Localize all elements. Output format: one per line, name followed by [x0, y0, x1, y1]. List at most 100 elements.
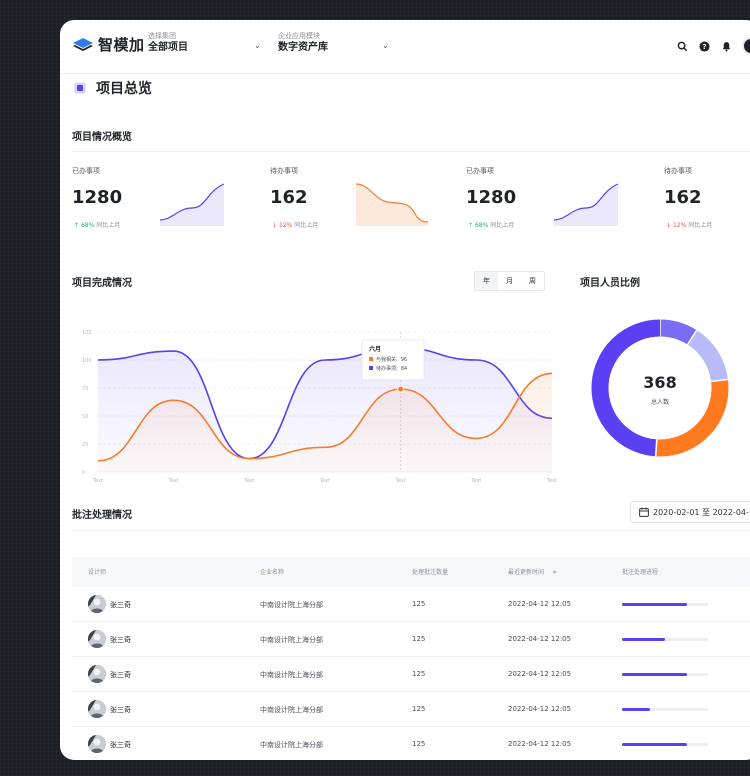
stat-trend: ↓ 12% 同比上月 — [666, 220, 712, 229]
table-row[interactable]: 张三奇 中南设计院上海分部 125 2022-04-12 12:05 — [72, 657, 750, 692]
annotations-title: 批注处理情况 — [72, 510, 132, 521]
company-name: 中南设计院上海分部 — [260, 636, 323, 644]
progress-bar — [622, 603, 708, 606]
stat-suffix: 同比上月 — [294, 222, 319, 229]
ratio-total-label: 总人数 — [651, 398, 669, 406]
designer-name: 张三奇 — [110, 671, 131, 679]
stat-suffix: 同比上月 — [490, 222, 515, 229]
progress-bar — [622, 638, 708, 641]
org-selector[interactable]: 选择集团 全部项目 ⌄ — [148, 32, 261, 55]
table-row[interactable]: 张三奇 中南设计院上海分部 125 2022-04-12 12:05 — [72, 692, 750, 727]
table-row[interactable]: 张三奇 中南设计院上海分部 125 2022-04-12 12:05 — [72, 622, 750, 657]
designer-name: 张三奇 — [110, 636, 131, 644]
app-logo[interactable]: 智模加 — [72, 34, 145, 55]
sort-icon[interactable]: ≑ — [552, 569, 557, 576]
donut-slice[interactable] — [659, 319, 697, 345]
completion-chart: 0 25 50 75 100 125 Text Text Text Text Text Text Tex… — [72, 302, 562, 496]
svg-text:?: ? — [702, 41, 706, 50]
bell-icon[interactable] — [720, 40, 732, 52]
help-icon[interactable]: ? — [698, 40, 710, 52]
chevron-down-icon: ⌄ — [382, 41, 389, 50]
top-bar: 智模加 选择集团 全部项目 ⌄ 企业应用模块 数字资产库 ⌄ ? — [60, 20, 750, 74]
org-selector-caption: 选择集团 — [148, 32, 176, 40]
y-tick-label: 125 — [82, 330, 92, 336]
y-tick-label: 0 — [82, 470, 85, 476]
table-header: 设计师 企业名称 处理批注数量 最近更新时间 ≑ 批注处理进程 — [72, 557, 750, 587]
stat-trend: ↑ 68% 同比上月 — [74, 220, 120, 229]
stat-trend: ↑ 68% 同比上月 — [468, 220, 514, 229]
legend-swatch — [369, 366, 373, 370]
stat-pct: 68% — [474, 222, 489, 229]
tab-month[interactable]: 月 — [498, 272, 521, 290]
period-tabs: 年 月 周 — [474, 271, 545, 291]
stat-label: 已办事项 — [72, 167, 100, 175]
chevron-down-icon: ⌄ — [254, 41, 261, 50]
company-name: 中南设计院上海分部 — [260, 741, 323, 749]
hover-point[interactable] — [397, 385, 405, 393]
module-selector-value: 数字资产库 — [278, 42, 328, 53]
tab-week[interactable]: 周 — [521, 272, 544, 290]
header-actions: ? — [676, 37, 750, 55]
designer-name: 张三奇 — [110, 601, 131, 609]
stat-label: 待办事项 — [270, 167, 298, 175]
tooltip-item: 待办事项: 84 — [376, 365, 407, 372]
stat-value: 162 — [664, 187, 702, 208]
module-selector-caption: 企业应用模块 — [278, 32, 320, 40]
col-updated[interactable]: 最近更新时间 ≑ — [508, 567, 557, 576]
search-icon[interactable] — [676, 40, 688, 52]
trend-down-icon: ↓ — [272, 222, 278, 229]
stat-value: 1280 — [466, 187, 517, 208]
stat-card[interactable]: 待办事项 162 ↓ 12% 同比上月 — [664, 166, 750, 256]
table-row[interactable]: 张三奇 中南设计院上海分部 125 2022-04-12 12:05 — [72, 587, 750, 622]
updated-time: 2022-04-12 12:05 — [508, 705, 572, 713]
avatar — [88, 700, 106, 718]
col-count[interactable]: 处理批注数量 — [412, 567, 448, 576]
donut-slice[interactable] — [687, 330, 728, 382]
tooltip-item: 与我相关: 96 — [376, 356, 407, 363]
progress-fill — [622, 673, 687, 676]
progress-fill — [622, 603, 687, 606]
x-tick-label: Text — [319, 478, 330, 484]
tooltip-title: 六月 — [369, 345, 381, 353]
ratio-total: 368 — [643, 373, 676, 392]
designer-name: 张三奇 — [110, 741, 131, 749]
x-tick-label: Text — [243, 478, 254, 484]
overview-icon — [74, 82, 86, 94]
stat-suffix: 同比上月 — [688, 222, 713, 229]
date-range-picker[interactable]: 2020-02-01 至 2022-04- — [630, 501, 750, 523]
col-progress[interactable]: 批注处理进程 — [622, 567, 658, 576]
tooltip-item-label: 待办事项: — [376, 365, 398, 372]
annotation-count: 125 — [412, 705, 426, 713]
x-tick-label: Text — [395, 478, 406, 484]
table-row[interactable]: 张三奇 中南设计院上海分部 125 2022-04-12 12:05 — [72, 727, 750, 760]
annotation-count: 125 — [412, 670, 426, 678]
company-name: 中南设计院上海分部 — [260, 601, 323, 609]
completion-line-chart[interactable]: 0 25 50 75 100 125 Text Text Text Text Text Text Tex… — [72, 302, 562, 492]
stat-label: 待办事项 — [664, 167, 692, 175]
stat-trend: ↓ 12% 同比上月 — [272, 220, 318, 229]
col-company[interactable]: 企业名称 — [260, 567, 284, 576]
progress-bar — [622, 708, 708, 711]
ratio-donut-chart[interactable]: 368 总人数 — [582, 308, 742, 468]
avatar — [88, 735, 106, 753]
user-avatar[interactable] — [742, 37, 750, 55]
annotation-count: 125 — [412, 600, 426, 608]
stat-label: 已办事项 — [466, 167, 494, 175]
stat-pct: 12% — [672, 222, 687, 229]
stat-sparkline — [553, 183, 619, 226]
stat-card[interactable]: 已办事项 1280 ↑ 68% 同比上月 — [466, 166, 646, 256]
annotations-divider — [72, 530, 750, 531]
stat-card[interactable]: 已办事项 1280 ↑ 68% 同比上月 — [72, 166, 252, 256]
chart-tooltip: 六月与我相关: 96 待办事项: 84 — [361, 339, 425, 381]
company-name: 中南设计院上海分部 — [260, 706, 323, 714]
trend-up-icon: ↑ — [74, 222, 80, 229]
y-tick-label: 100 — [82, 358, 92, 364]
stat-card[interactable]: 待办事项 162 ↓ 12% 同比上月 — [270, 166, 450, 256]
module-selector[interactable]: 企业应用模块 数字资产库 ⌄ — [278, 32, 398, 55]
stat-value: 1280 — [72, 187, 123, 208]
overview-title: 项目情况概览 — [72, 132, 132, 143]
stat-sparkline — [159, 183, 225, 226]
stat-pct: 68% — [80, 222, 95, 229]
col-designer[interactable]: 设计师 — [88, 567, 106, 576]
tab-year[interactable]: 年 — [475, 272, 498, 290]
